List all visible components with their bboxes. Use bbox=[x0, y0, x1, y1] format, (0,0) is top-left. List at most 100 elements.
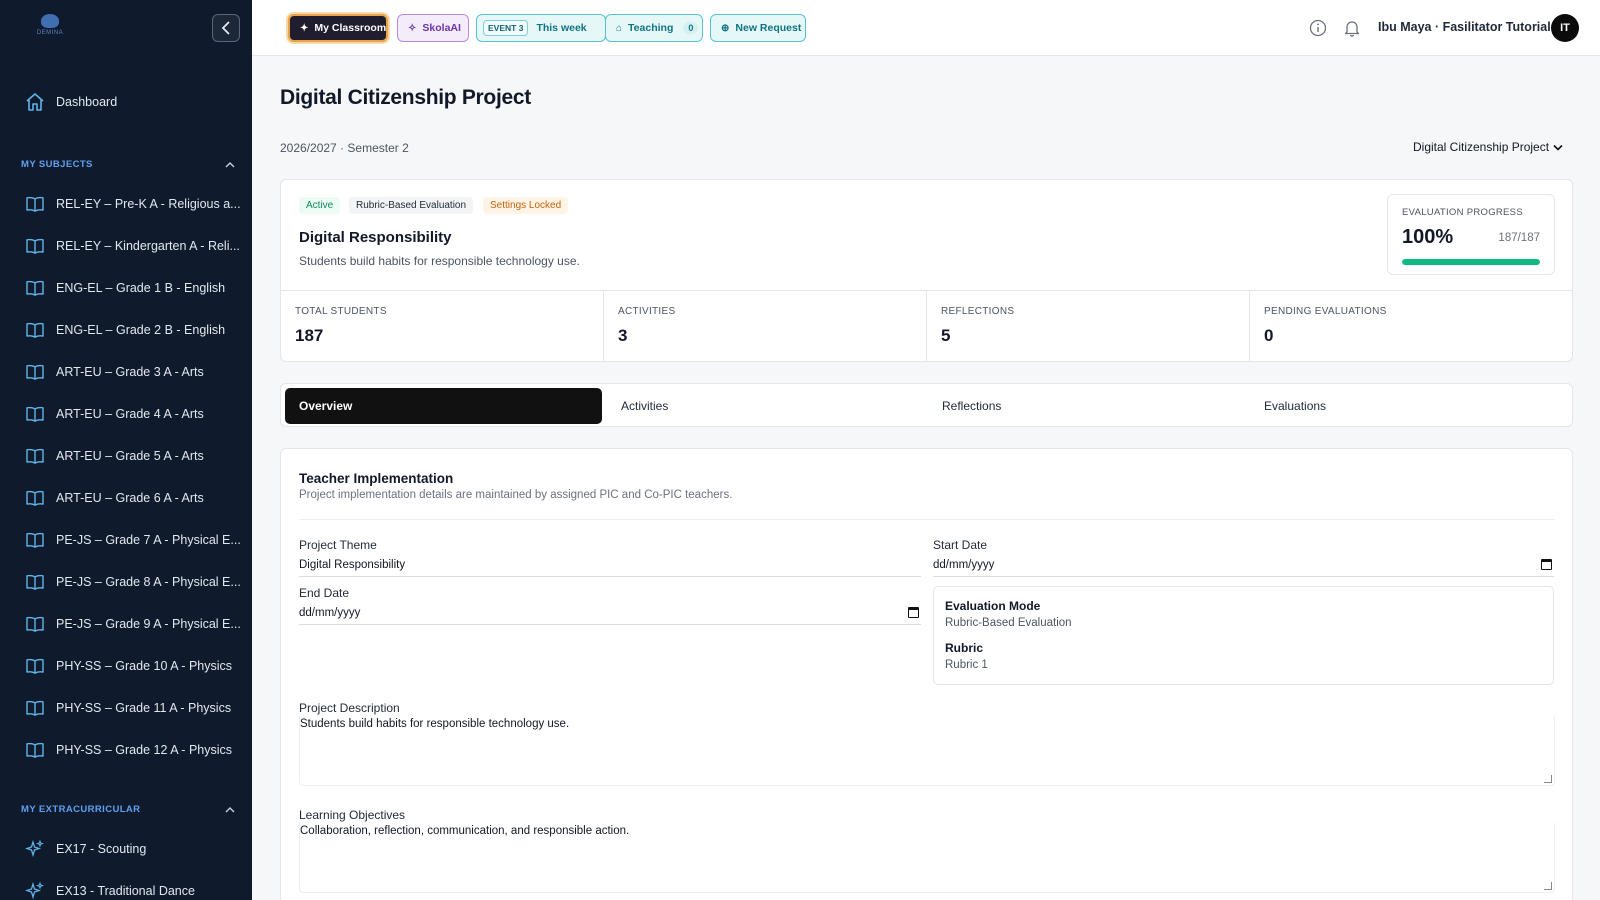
progress-label: EVALUATION PROGRESS bbox=[1402, 207, 1523, 218]
tab-reflections[interactable]: Reflections bbox=[942, 388, 1001, 424]
project-description-label: Project Description bbox=[299, 701, 400, 715]
project-theme-label: Project Theme bbox=[299, 538, 377, 552]
book-icon bbox=[24, 403, 46, 425]
tab-evaluations[interactable]: Evaluations bbox=[1264, 388, 1326, 424]
sidebar-item-subject[interactable]: PE-JS – Grade 9 A - Physical E... bbox=[0, 609, 252, 639]
sidebar-item-label: ART-EU – Grade 5 A - Arts bbox=[56, 449, 204, 463]
project-summary-card: Active Rubric-Based Evaluation Settings … bbox=[280, 179, 1573, 362]
sidebar-item-subject[interactable]: ENG-EL – Grade 1 B - English bbox=[0, 273, 252, 303]
learning-objectives-textarea[interactable]: Collaboration, reflection, communication… bbox=[299, 823, 1555, 893]
avatar[interactable]: IT bbox=[1551, 14, 1579, 42]
top-bar: ✦ My Classroom ✧ SkolaAI EVENT 3 This we… bbox=[252, 0, 1600, 56]
user-name[interactable]: Ibu Maya · Fasilitator Tutorial bbox=[1378, 20, 1551, 34]
sidebar-item-subject[interactable]: ENG-EL – Grade 2 B - English bbox=[0, 315, 252, 345]
sparkle-icon: ✦ bbox=[300, 22, 309, 34]
sidebar-item-subject[interactable]: PHY-SS – Grade 11 A - Physics bbox=[0, 693, 252, 723]
section-subtitle: Project implementation details are maint… bbox=[299, 489, 733, 501]
teaching-button[interactable]: ⌂ Teaching 0 bbox=[605, 14, 703, 42]
tab-overview[interactable]: Overview bbox=[285, 388, 602, 424]
sidebar-item-label: PHY-SS – Grade 12 A - Physics bbox=[56, 743, 233, 757]
resize-handle[interactable] bbox=[1544, 775, 1552, 783]
event-badge: EVENT 3 bbox=[483, 20, 529, 36]
start-date-input[interactable]: dd/mm/yyyy bbox=[933, 553, 1554, 577]
sidebar-item-subject[interactable]: PE-JS – Grade 8 A - Physical E... bbox=[0, 567, 252, 597]
tab-bar: Overview Activities Reflections Evaluati… bbox=[280, 383, 1573, 427]
app-logo[interactable]: DEMINA bbox=[34, 14, 66, 40]
sidebar-item-subject[interactable]: PE-JS – Grade 7 A - Physical E... bbox=[0, 525, 252, 555]
book-icon bbox=[24, 697, 46, 719]
skolaai-button[interactable]: ✧ SkolaAI bbox=[397, 14, 469, 42]
sidebar-item-subject[interactable]: PHY-SS – Grade 10 A - Physics bbox=[0, 651, 252, 681]
bell-icon[interactable] bbox=[1342, 18, 1362, 38]
page-title: Digital Citizenship Project bbox=[280, 86, 531, 109]
chevron-left-icon bbox=[221, 21, 230, 35]
my-classroom-button[interactable]: ✦ My Classroom bbox=[288, 14, 388, 42]
project-theme-title: Digital Responsibility bbox=[299, 229, 452, 246]
extracurricular-section-header[interactable]: MY EXTRACURRICULAR bbox=[21, 804, 235, 815]
sidebar-item-label: Dashboard bbox=[56, 95, 118, 109]
book-icon bbox=[24, 193, 46, 215]
project-theme-description: Students build habits for responsible te… bbox=[299, 254, 580, 268]
event-button[interactable]: EVENT 3 This week bbox=[476, 14, 606, 42]
book-icon bbox=[24, 571, 46, 593]
book-icon bbox=[24, 277, 46, 299]
sidebar-item-subject[interactable]: ART-EU – Grade 3 A - Arts bbox=[0, 357, 252, 387]
evaluation-mode-badge: Rubric-Based Evaluation bbox=[349, 197, 474, 214]
stat-reflections: REFLECTIONS 5 bbox=[927, 291, 1250, 362]
learning-objectives-label: Learning Objectives bbox=[299, 808, 406, 822]
chevron-up-icon bbox=[225, 806, 235, 812]
sidebar-item-label: PHY-SS – Grade 11 A - Physics bbox=[56, 701, 232, 715]
sidebar-item-subject[interactable]: ART-EU – Grade 4 A - Arts bbox=[0, 399, 252, 429]
resize-handle[interactable] bbox=[1544, 882, 1552, 890]
calendar-icon[interactable] bbox=[908, 607, 919, 618]
subjects-section-header[interactable]: MY SUBJECTS bbox=[21, 159, 235, 170]
sidebar-item-subject[interactable]: REL-EY – Pre-K A - Religious a... bbox=[0, 189, 252, 219]
sidebar-item-label: ART-EU – Grade 6 A - Arts bbox=[56, 491, 204, 505]
sparkles-icon bbox=[24, 838, 46, 860]
progress-bar bbox=[1402, 259, 1540, 265]
status-badge: Active bbox=[299, 197, 341, 214]
sidebar-item-subject[interactable]: ART-EU – Grade 6 A - Arts bbox=[0, 483, 252, 513]
sidebar-item-subject[interactable]: ART-EU – Grade 5 A - Arts bbox=[0, 441, 252, 471]
tab-activities[interactable]: Activities bbox=[621, 388, 668, 424]
book-icon bbox=[24, 487, 46, 509]
book-icon bbox=[24, 361, 46, 383]
sidebar-item-label: ART-EU – Grade 3 A - Arts bbox=[56, 365, 204, 379]
sidebar-item-label: PE-JS – Grade 8 A - Physical E... bbox=[56, 575, 241, 589]
sidebar-item-extracurricular[interactable]: EX17 - Scouting bbox=[0, 834, 252, 864]
collapse-sidebar-button[interactable] bbox=[212, 14, 240, 42]
book-icon bbox=[24, 613, 46, 635]
sidebar-item-subject[interactable]: REL-EY – Kindergarten A - Reli... bbox=[0, 231, 252, 261]
sidebar-item-label: ART-EU – Grade 4 A - Arts bbox=[56, 407, 204, 421]
sidebar-item-subject[interactable]: PHY-SS – Grade 12 A - Physics bbox=[0, 735, 252, 765]
end-date-label: End Date bbox=[299, 586, 350, 600]
end-date-input[interactable]: dd/mm/yyyy bbox=[299, 601, 921, 625]
stats-row: TOTAL STUDENTS 187 ACTIVITIES 3 REFLECTI… bbox=[281, 290, 1572, 362]
stat-pending-evaluations: PENDING EVALUATIONS 0 bbox=[1264, 306, 1387, 345]
book-icon bbox=[24, 319, 46, 341]
section-title: Teacher Implementation bbox=[299, 471, 454, 486]
start-date-label: Start Date bbox=[933, 538, 988, 552]
evaluation-mode-value: Rubric-Based Evaluation bbox=[945, 617, 1072, 629]
sidebar-item-extracurricular[interactable]: EX13 - Traditional Dance bbox=[0, 876, 252, 900]
home-icon bbox=[24, 91, 46, 113]
calendar-icon[interactable] bbox=[1541, 559, 1552, 570]
term-label: 2026/2027 · Semester 2 bbox=[280, 141, 409, 155]
sidebar-item-label: EX13 - Traditional Dance bbox=[56, 884, 195, 898]
progress-percent: 100% bbox=[1402, 226, 1454, 248]
sidebar-item-label: ENG-EL – Grade 1 B - English bbox=[56, 281, 226, 295]
book-icon bbox=[24, 655, 46, 677]
info-icon[interactable] bbox=[1308, 18, 1328, 38]
rubric-label: Rubric bbox=[945, 641, 984, 655]
evaluation-mode-label: Evaluation Mode bbox=[945, 599, 1041, 613]
project-theme-input[interactable]: Digital Responsibility bbox=[299, 553, 921, 577]
new-request-button[interactable]: ⊕ New Request bbox=[710, 14, 806, 42]
sidebar-item-dashboard[interactable]: Dashboard bbox=[0, 87, 252, 117]
book-icon bbox=[24, 445, 46, 467]
project-description-textarea[interactable]: Students build habits for responsible te… bbox=[299, 716, 1555, 786]
sparkle-icon: ✧ bbox=[408, 22, 417, 34]
divider bbox=[299, 519, 1555, 520]
evaluation-settings-box: Evaluation Mode Rubric-Based Evaluation … bbox=[933, 586, 1554, 685]
project-select[interactable]: Digital Citizenship Project bbox=[1413, 140, 1563, 154]
sidebar-item-label: ENG-EL – Grade 2 B - English bbox=[56, 323, 226, 337]
